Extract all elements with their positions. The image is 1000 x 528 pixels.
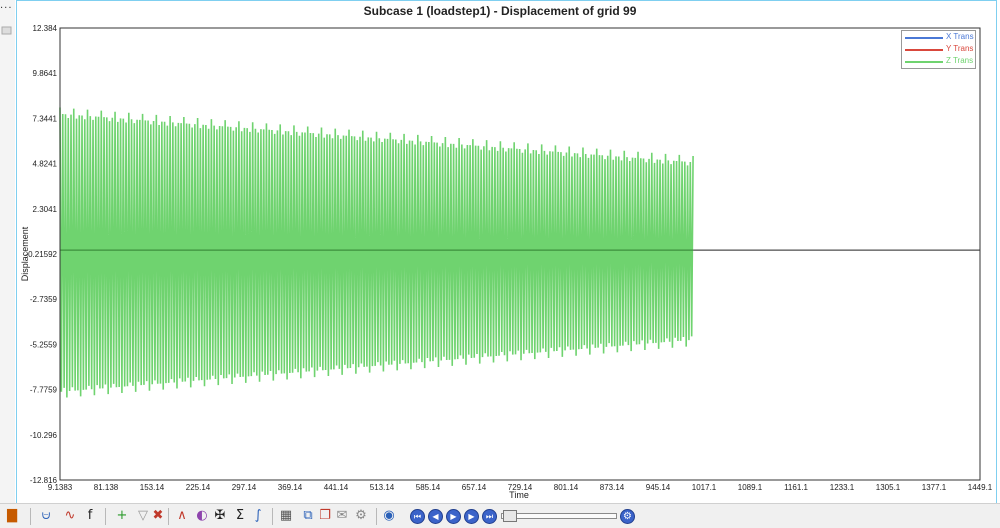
x-tick-label: 81.138 (94, 483, 119, 492)
x-tick-label: 1161.1 (784, 483, 808, 492)
x-tick-label: 657.14 (462, 483, 487, 492)
x-tick-label: 945.14 (646, 483, 671, 492)
x-tick-label: 225.14 (186, 483, 211, 492)
toolbar-separator (376, 508, 377, 525)
animation-slider-track[interactable] (501, 513, 617, 519)
y-tick-label: -0.21592 (25, 250, 57, 259)
toolbar-separator (30, 508, 31, 525)
function-icon[interactable]: f (82, 508, 98, 524)
y-tick-label: -2.7359 (30, 295, 58, 304)
grid-icon[interactable]: ▦ (278, 508, 294, 524)
y-tick-label: -12.816 (30, 476, 58, 485)
animation-settings-icon[interactable]: ⚙ (620, 509, 635, 524)
chart-area[interactable]: 9.1383 81.138 153.14 225.14 297.14 369.14 441.… (0, 0, 1000, 503)
forward-icon[interactable]: ▶ (464, 509, 479, 524)
previous-frame-icon[interactable]: ⏮ (410, 509, 425, 524)
y-tick-label: -5.2559 (30, 340, 58, 349)
animate-icon[interactable]: ◉ (381, 508, 397, 524)
axis-icon[interactable]: ⩁ (38, 508, 54, 524)
y-tick-label: 9.8641 (33, 69, 58, 78)
x-tick-label: 153.14 (140, 483, 165, 492)
x-tick-label: 1305.1 (876, 483, 901, 492)
legend-label: Z Trans (946, 56, 974, 65)
sum-icon[interactable]: Σ (232, 508, 248, 524)
x-tick-label: 801.14 (554, 483, 579, 492)
x-tick-label: 1017.1 (692, 483, 717, 492)
y-tick-label: 2.3041 (33, 205, 58, 214)
y-axis-label: Displacement (20, 226, 30, 281)
next-frame-icon[interactable]: ⏭ (482, 509, 497, 524)
x-tick-label: 441.14 (324, 483, 349, 492)
crosshair-icon[interactable]: ✠ (212, 508, 228, 524)
x-tick-label: 1233.1 (830, 483, 855, 492)
legend-item-x-trans[interactable]: X Trans (902, 31, 975, 43)
plot-type-icon[interactable]: ▇ (4, 508, 20, 524)
y-tick-label: 4.8241 (33, 160, 58, 169)
legend-swatch (905, 49, 943, 51)
export-icon[interactable]: ❐ (317, 508, 333, 524)
x-tick-label: 1089.1 (738, 483, 763, 492)
toolbar-separator (168, 508, 169, 525)
peak-icon[interactable]: ∧ (174, 508, 190, 524)
x-tick-label: 1377.1 (922, 483, 947, 492)
x-tick-label: 585.14 (416, 483, 441, 492)
rewind-icon[interactable]: ◀ (428, 509, 443, 524)
x-tick-label: 873.14 (600, 483, 625, 492)
animation-slider-thumb[interactable] (503, 510, 517, 522)
y-tick-label: 7.3441 (33, 114, 58, 123)
zoom-icon[interactable]: ⧉ (300, 508, 316, 524)
x-tick-label: 297.14 (232, 483, 257, 492)
legend-swatch (905, 61, 943, 63)
legend-label: X Trans (946, 32, 974, 41)
y-tick-label: -7.7759 (30, 386, 58, 395)
legend-swatch (905, 37, 943, 39)
add-curve-icon[interactable]: + (114, 508, 130, 524)
legend-item-y-trans[interactable]: Y Trans (902, 43, 975, 55)
curve-icon[interactable]: ∿ (62, 508, 78, 524)
color-wheel-icon[interactable]: ◐ (194, 508, 210, 524)
toolbar: ▇ ⩁ ∿ f + ▽ ✖ ∧ ◐ ✠ Σ ∫ ▦ ⧉ ❐ ✉ ⚙ ◉ ⏮ ◀ ▶ ▶ ⏭ ⚙ (0, 503, 1000, 528)
delete-curve-icon[interactable]: ✖ (150, 508, 166, 524)
legend-label: Y Trans (946, 44, 974, 53)
filter-icon[interactable]: ▽ (135, 508, 151, 524)
toolbar-separator (272, 508, 273, 525)
play-icon[interactable]: ▶ (446, 509, 461, 524)
x-tick-label: 1449.1 (968, 483, 993, 492)
x-axis-label: Time (509, 490, 529, 500)
y-tick-label: -10.296 (30, 431, 58, 440)
toolbar-separator (105, 508, 106, 525)
y-tick-label: 12.384 (33, 24, 58, 33)
note-icon[interactable]: ✉ (334, 508, 350, 524)
integral-icon[interactable]: ∫ (250, 508, 266, 524)
legend[interactable]: X Trans Y Trans Z Trans (901, 30, 976, 69)
legend-item-z-trans[interactable]: Z Trans (902, 55, 975, 67)
x-tick-label: 513.14 (370, 483, 395, 492)
x-tick-label: 369.14 (278, 483, 303, 492)
settings-gear-icon[interactable]: ⚙ (353, 508, 369, 524)
